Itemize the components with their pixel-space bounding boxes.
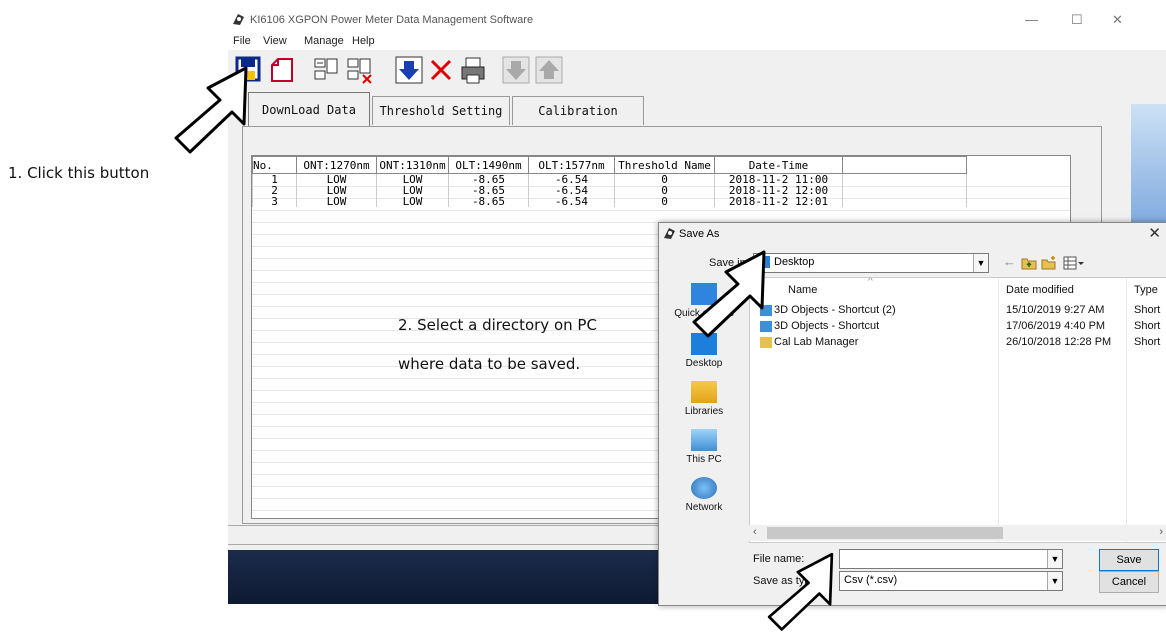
cell-olt-1490: -8.65 xyxy=(448,196,529,207)
new-folder-icon[interactable] xyxy=(1041,255,1057,270)
close-window-button[interactable]: ✕ xyxy=(1112,12,1123,28)
back-icon[interactable]: ← xyxy=(1003,254,1016,269)
chevron-down-icon[interactable]: ▼ xyxy=(973,254,988,272)
column-header-empty xyxy=(842,156,967,174)
step2-annotation-line1: 2. Select a directory on PC xyxy=(398,316,597,334)
column-header-olt-1490[interactable]: OLT:1490nm xyxy=(448,156,529,174)
table-row[interactable]: 3 LOW LOW -8.65 -6.54 0 2018-11-2 12:01 xyxy=(252,196,967,207)
file-date: 26/10/2018 12:28 PM xyxy=(1006,336,1112,348)
cell-ont-1270: LOW xyxy=(296,196,377,207)
toolbar xyxy=(228,51,588,89)
print-icon[interactable] xyxy=(458,55,488,85)
column-header-ont-1310[interactable]: ONT:1310nm xyxy=(376,156,449,174)
menu-bar: File View Manage Help xyxy=(228,33,1166,50)
menu-file[interactable]: File xyxy=(233,35,251,47)
column-header-olt-1577[interactable]: OLT:1577nm xyxy=(528,156,615,174)
cell-no: 3 xyxy=(252,196,297,207)
file-name: 3D Objects - Shortcut (2) xyxy=(774,304,896,316)
save-in-dropdown[interactable]: Desktop ▼ xyxy=(753,253,989,273)
place-libraries[interactable]: Libraries xyxy=(665,381,743,417)
chevron-down-icon[interactable]: ▼ xyxy=(1047,572,1062,590)
cancel-button[interactable]: Cancel xyxy=(1099,571,1159,593)
open-icon[interactable] xyxy=(268,55,298,85)
horizontal-scrollbar[interactable]: ‹ › xyxy=(749,525,1166,541)
file-type: Short xyxy=(1134,304,1161,316)
up-folder-icon[interactable] xyxy=(1021,256,1037,270)
delete-icon[interactable] xyxy=(426,55,456,85)
scrollbar-thumb[interactable] xyxy=(767,527,1003,539)
step2-annotation-line2: where data to be saved. xyxy=(398,355,581,373)
window-title: KI6106 XGPON Power Meter Data Management… xyxy=(250,14,534,26)
tab-calibration[interactable]: Calibration xyxy=(512,96,644,125)
column-header-threshold-name[interactable]: Threshold Name xyxy=(614,156,715,174)
tab-threshold-setting[interactable]: Threshold Setting xyxy=(372,96,510,125)
sort-chevron-icon: ^ xyxy=(868,277,873,287)
cell-threshold-name: 0 xyxy=(614,196,715,207)
menu-view[interactable]: View xyxy=(263,35,287,47)
status-bar xyxy=(228,525,662,545)
file-name-input[interactable]: ▼ xyxy=(839,549,1063,569)
scroll-left-icon[interactable]: ‹ xyxy=(753,526,757,538)
view-menu-icon[interactable] xyxy=(1063,256,1085,270)
place-network[interactable]: Network xyxy=(665,477,743,513)
computer-icon xyxy=(691,429,717,451)
libraries-icon xyxy=(691,381,717,403)
table-row[interactable]: 1 LOW LOW -8.65 -6.54 0 2018-11-2 11:00 xyxy=(252,173,967,185)
save-as-type-dropdown[interactable]: Csv (*.csv) ▼ xyxy=(839,571,1063,591)
table-header-row: No. ONT:1270nm ONT:1310nm OLT:1490nm OLT… xyxy=(252,156,967,174)
title-bar: KI6106 XGPON Power Meter Data Management… xyxy=(228,8,1166,33)
menu-help[interactable]: Help xyxy=(352,35,375,47)
download-icon[interactable] xyxy=(394,55,424,85)
taskbar xyxy=(228,550,660,604)
move-down-icon[interactable] xyxy=(501,55,531,85)
pointer-arrow-icon xyxy=(174,66,248,154)
scroll-right-icon[interactable]: › xyxy=(1159,526,1163,538)
step1-annotation: 1. Click this button xyxy=(8,164,150,182)
file-type: Short xyxy=(1134,336,1161,348)
column-header-no[interactable]: No. xyxy=(252,156,297,174)
file-type: Short xyxy=(1134,320,1161,332)
device-icon[interactable] xyxy=(312,55,342,85)
file-date: 15/10/2019 9:27 AM xyxy=(1006,304,1105,316)
maximize-button[interactable]: ☐ xyxy=(1071,12,1083,28)
pointer-arrow-icon xyxy=(692,250,766,338)
app-icon xyxy=(233,14,244,25)
column-header-ont-1270[interactable]: ONT:1270nm xyxy=(296,156,377,174)
pointer-arrow-icon xyxy=(767,552,834,631)
column-header-date-modified[interactable]: Date modified xyxy=(1006,284,1074,296)
place-this-pc[interactable]: This PC xyxy=(665,429,743,465)
cell-ont-1310: LOW xyxy=(376,196,449,207)
file-row[interactable]: 3D Objects - Shortcut (2) 15/10/2019 9:2… xyxy=(750,304,1166,318)
column-header-name[interactable]: Name xyxy=(788,284,817,296)
file-date: 17/06/2019 4:40 PM xyxy=(1006,320,1106,332)
network-icon xyxy=(691,477,717,499)
file-name: Cal Lab Manager xyxy=(774,336,859,348)
chevron-down-icon[interactable]: ▼ xyxy=(1047,550,1062,568)
dialog-title: Save As xyxy=(679,228,720,240)
tab-row: DownLoad Data Threshold Setting Calibrat… xyxy=(228,92,1166,128)
file-row[interactable]: Cal Lab Manager 26/10/2018 12:28 PM Shor… xyxy=(750,336,1166,350)
column-header-date-time[interactable]: Date-Time xyxy=(714,156,843,174)
menu-manage[interactable]: Manage xyxy=(304,35,344,47)
file-row[interactable]: 3D Objects - Shortcut 17/06/2019 4:40 PM… xyxy=(750,320,1166,334)
file-list: Name ^ Date modified Type 3D Objects - S… xyxy=(749,277,1166,543)
tab-download-data[interactable]: DownLoad Data xyxy=(248,92,370,127)
cell-olt-1577: -6.54 xyxy=(528,196,615,207)
dialog-close-button[interactable]: ✕ xyxy=(1148,224,1161,242)
cell-date-time: 2018-11-2 12:01 xyxy=(714,196,843,207)
move-up-icon[interactable] xyxy=(534,55,564,85)
app-icon xyxy=(664,228,675,239)
save-button[interactable]: Save xyxy=(1099,549,1159,571)
table-row[interactable]: 2 LOW LOW -8.65 -6.54 0 2018-11-2 12:00 xyxy=(252,185,967,196)
minimize-button[interactable]: — xyxy=(1025,12,1038,27)
file-name: 3D Objects - Shortcut xyxy=(774,320,880,332)
column-header-type[interactable]: Type xyxy=(1134,284,1158,296)
device-delete-icon[interactable] xyxy=(345,55,375,85)
